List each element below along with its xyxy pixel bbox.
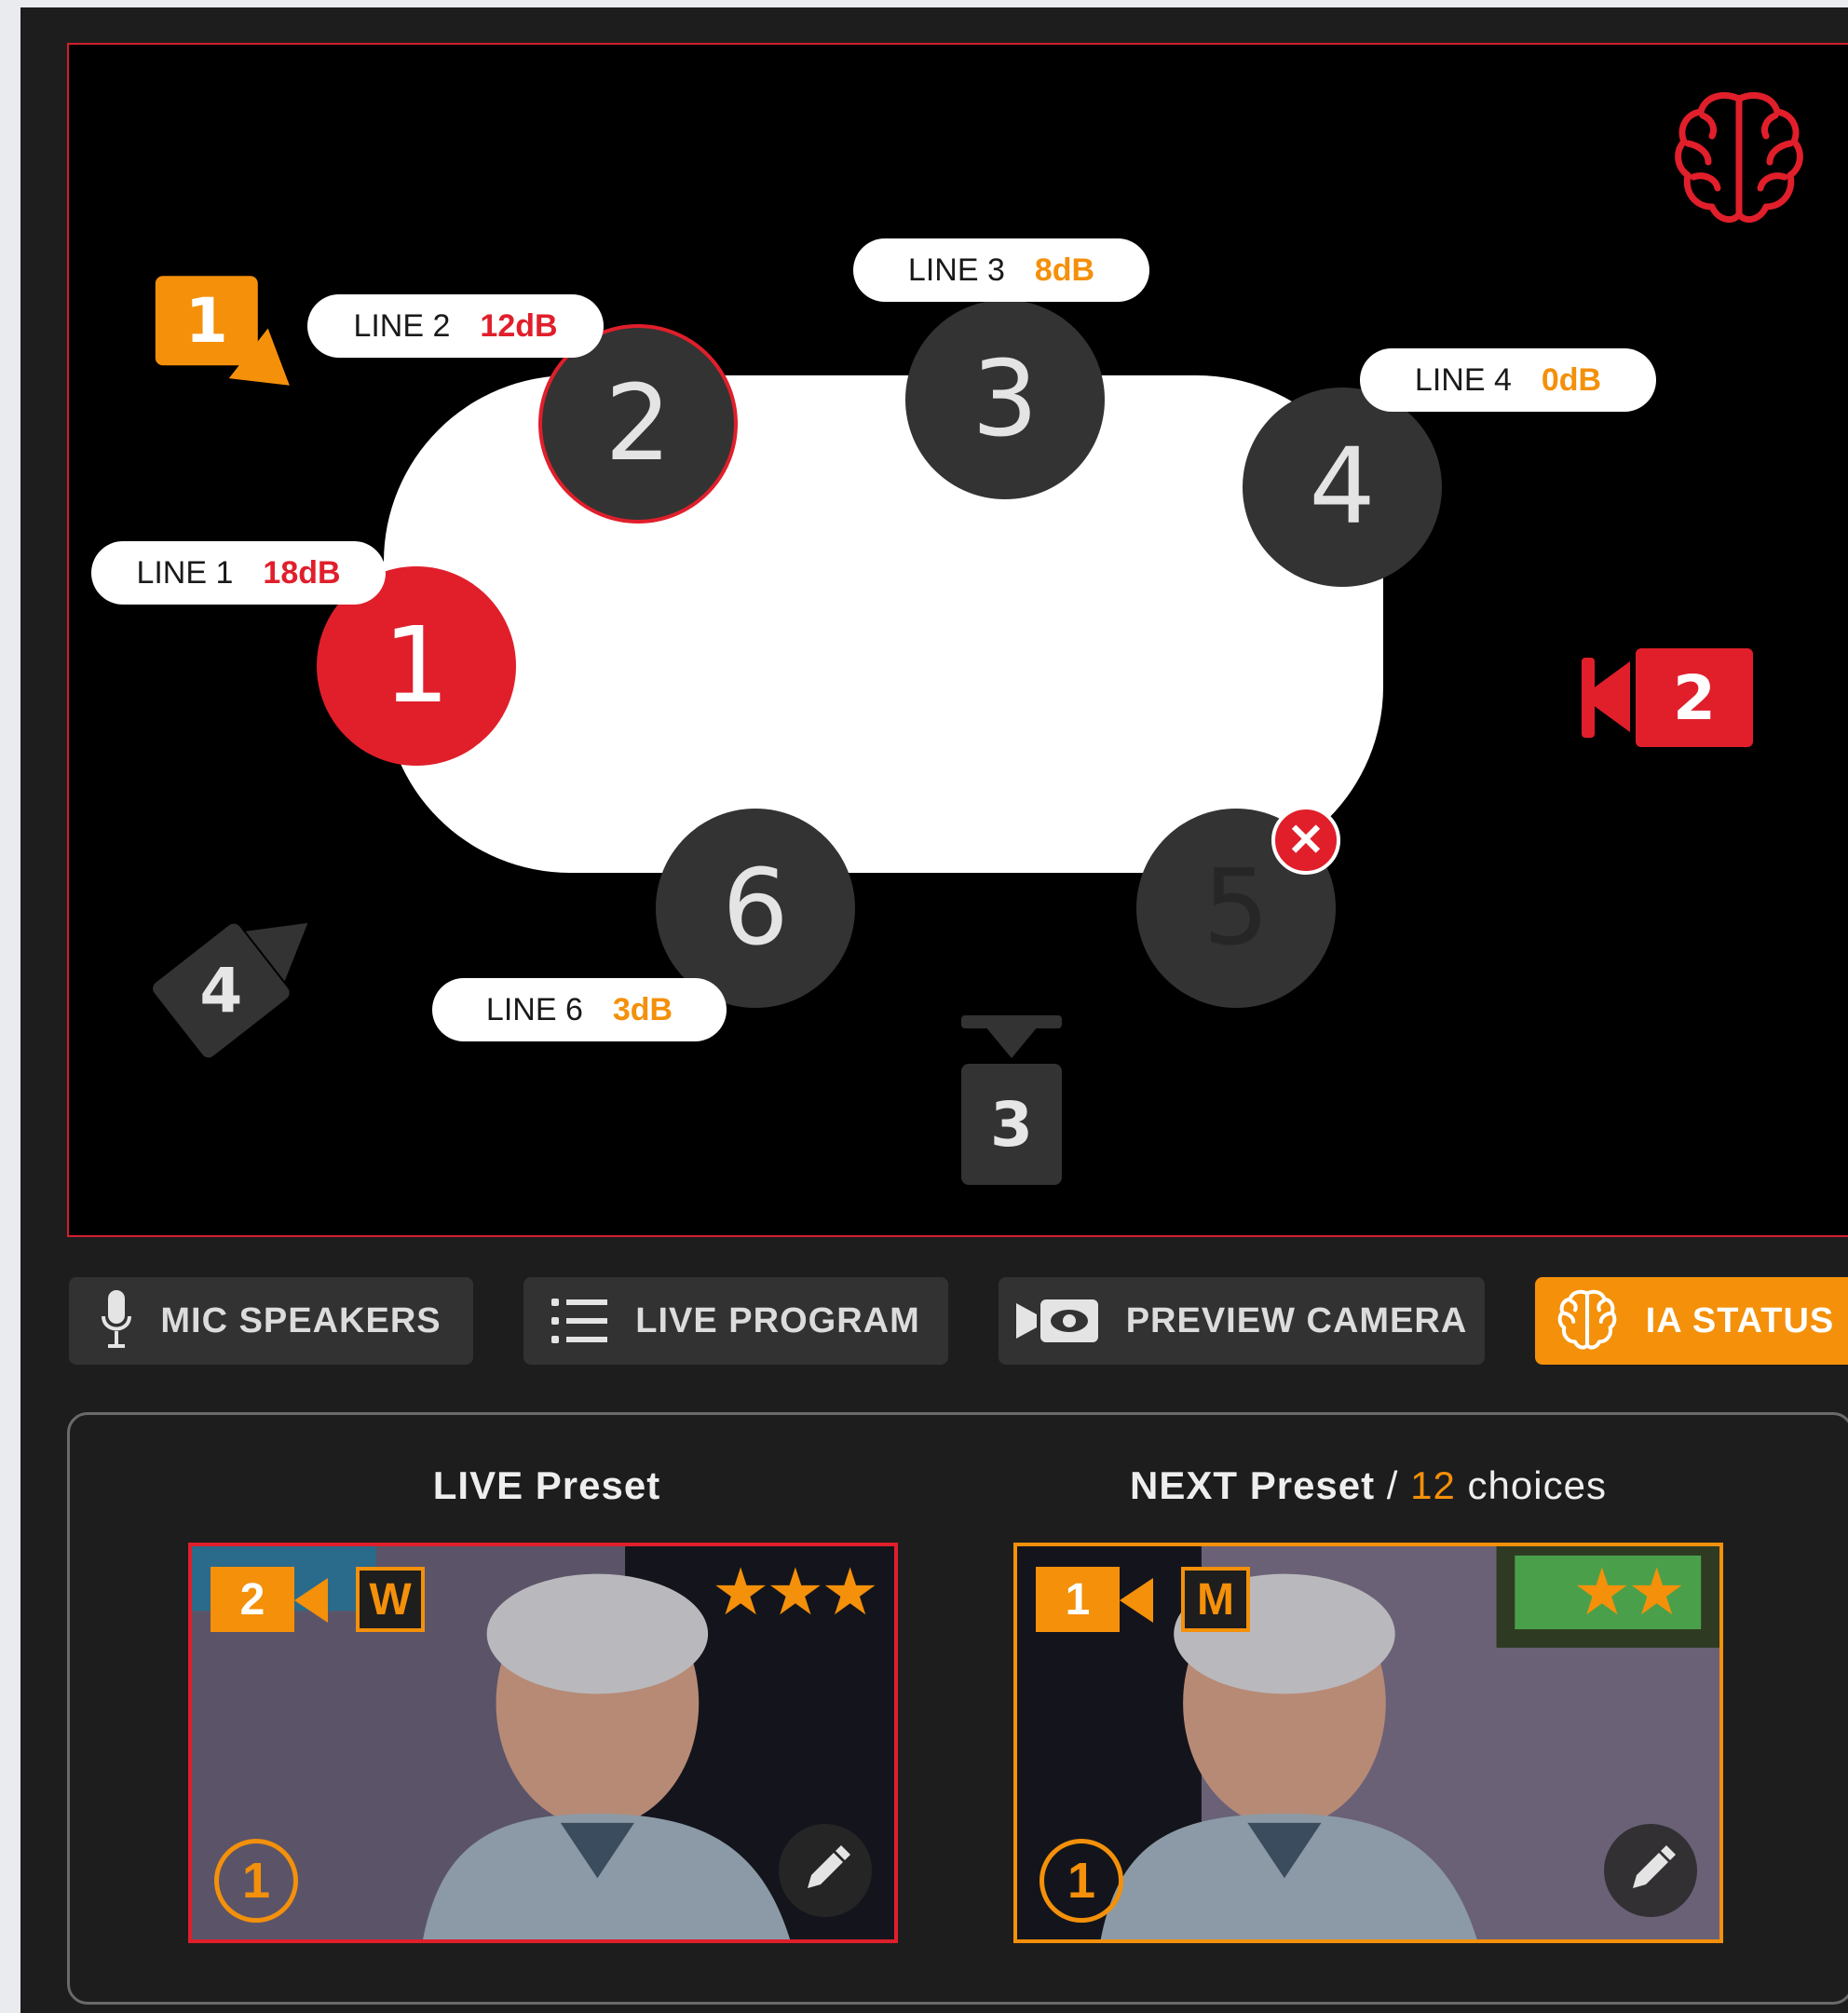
line-6-label: LINE 6 3dB: [432, 978, 727, 1041]
line-4-label: LINE 4 0dB: [1360, 348, 1656, 412]
close-icon[interactable]: ✕: [1271, 806, 1340, 875]
edit-next-preset-button[interactable]: [1604, 1824, 1697, 1917]
next-preset-separator: /: [1375, 1463, 1411, 1507]
camera-icon: [294, 1578, 328, 1623]
line-2-name: LINE 2: [353, 307, 451, 344]
camera-3-label: 3: [961, 1064, 1062, 1185]
live-preset-thumbnail[interactable]: 2 W ★★★ 1: [188, 1543, 898, 1943]
live-preset-title: LIVE Preset: [432, 1463, 661, 1507]
live-program-button[interactable]: LIVE PROGRAM: [523, 1277, 948, 1365]
line-2-label: LINE 2 12dB: [307, 294, 604, 358]
next-rating-stars: ★★: [1572, 1556, 1685, 1628]
live-camera-badge: 2: [211, 1567, 294, 1632]
mic-speakers-button[interactable]: MIC SPEAKERS: [69, 1277, 473, 1365]
brain-icon[interactable]: [1671, 88, 1807, 233]
preview-camera-label: PREVIEW CAMERA: [1125, 1300, 1468, 1340]
camera-eye-icon: [1015, 1299, 1098, 1342]
line-1-name: LINE 1: [136, 554, 234, 591]
camera-2[interactable]: 2: [1582, 648, 1753, 747]
seat-3-number: 3: [972, 339, 1039, 460]
line-3-label: LINE 3 8dB: [853, 238, 1149, 302]
camera-4-label: 4: [199, 954, 243, 1027]
line-4-name: LINE 4: [1414, 361, 1512, 398]
line-1-label: LINE 1 18dB: [91, 541, 386, 605]
next-preset-title: NEXT Preset / 12 choices: [1013, 1463, 1723, 1508]
camera-1-label: 1: [184, 284, 228, 357]
next-preset-thumbnail[interactable]: 1 M ★★ 1: [1013, 1543, 1723, 1943]
ia-status-button[interactable]: IA STATUS: [1535, 1277, 1848, 1365]
conference-table: [384, 375, 1383, 873]
live-shot-badge: W: [356, 1567, 425, 1632]
preview-camera-button[interactable]: PREVIEW CAMERA: [999, 1277, 1485, 1365]
next-shot-badge: M: [1181, 1567, 1250, 1632]
next-preset-choices-label: choices: [1455, 1463, 1607, 1507]
camera-icon: [1120, 1578, 1153, 1623]
seat-1-number: 1: [383, 605, 450, 727]
next-preset-prefix: NEXT Preset: [1130, 1463, 1376, 1507]
next-speaker-badge: 1: [1040, 1839, 1123, 1923]
seat-3[interactable]: 3: [905, 300, 1105, 499]
line-2-level: 12dB: [480, 307, 558, 344]
line-3-level: 8dB: [1034, 252, 1095, 288]
live-rating-stars: ★★★: [711, 1556, 879, 1628]
next-preset-count: 12: [1410, 1463, 1456, 1507]
seat-5-number: 5: [1203, 848, 1270, 969]
seat-6-number: 6: [722, 848, 789, 969]
edit-live-preset-button[interactable]: [779, 1824, 872, 1917]
line-3-name: LINE 3: [907, 252, 1005, 288]
line-6-name: LINE 6: [485, 991, 583, 1027]
seat-4[interactable]: 4: [1243, 388, 1442, 587]
pencil-icon: [1633, 1845, 1676, 1888]
mic-speakers-label: MIC SPEAKERS: [160, 1300, 442, 1340]
seat-4-number: 4: [1309, 427, 1376, 548]
microphone-icon: [102, 1290, 132, 1348]
list-icon: [551, 1299, 608, 1343]
line-4-level: 0dB: [1541, 361, 1602, 398]
brain-icon: [1557, 1289, 1617, 1350]
app-window: 1 2 3 4 5 6 ✕ LINE 1 18dB LINE 2 12dB LI…: [20, 7, 1848, 2013]
live-program-label: LIVE PROGRAM: [635, 1300, 920, 1340]
live-speaker-badge: 1: [214, 1839, 298, 1923]
pencil-icon: [808, 1845, 850, 1888]
seat-2-number: 2: [605, 363, 672, 484]
seat-5-error-glyph: ✕: [1286, 816, 1325, 865]
line-6-level: 3dB: [612, 991, 673, 1027]
ia-status-label: IA STATUS: [1645, 1300, 1835, 1340]
camera-2-label: 2: [1636, 648, 1753, 747]
line-1-level: 18dB: [263, 554, 341, 591]
camera-3[interactable]: 3: [961, 1015, 1062, 1185]
next-camera-badge: 1: [1036, 1567, 1120, 1632]
